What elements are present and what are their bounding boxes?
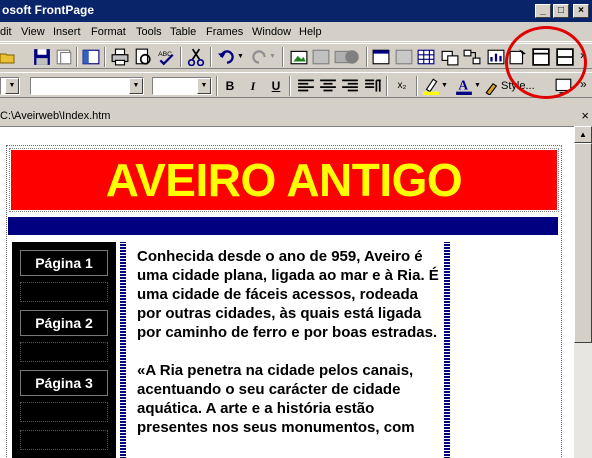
redo-dropdown-icon: ▼ <box>269 53 276 60</box>
style-brush-icon[interactable] <box>484 77 502 95</box>
document-path: C:\Aveirweb\Index.htm <box>0 110 111 122</box>
menu-frames[interactable]: Frames <box>206 26 243 38</box>
close-button[interactable]: × <box>573 4 589 18</box>
toolbar-separator <box>210 47 212 67</box>
toolbar-separator <box>282 47 284 67</box>
undo-dropdown-icon[interactable]: ▼ <box>237 53 244 60</box>
align-right-icon[interactable] <box>341 77 359 95</box>
document-tab-bar: C:\Aveirweb\Index.htm × <box>0 108 592 126</box>
nav-pagina-3[interactable]: Página 3 <box>20 370 108 396</box>
toolbar-separator <box>416 76 418 96</box>
toolbar-separator <box>216 76 218 96</box>
layers-icon[interactable] <box>441 48 459 66</box>
maximize-button[interactable]: □ <box>553 4 569 18</box>
publish-icon[interactable] <box>55 48 73 66</box>
highlight-icon[interactable] <box>422 77 440 95</box>
subscript-button[interactable]: x₂ <box>392 77 412 95</box>
left-divider-column <box>120 242 126 458</box>
toolbar-separator <box>386 76 388 96</box>
editor-canvas[interactable]: AVEIRO ANTIGO Página 1 Página 2 Página 3… <box>0 126 574 458</box>
menu-insert[interactable]: Insert <box>53 26 81 38</box>
paragraph-icon[interactable] <box>364 77 382 95</box>
font-size-combo[interactable]: ▼ <box>152 77 212 95</box>
vertical-scrollbar[interactable]: ▲ <box>574 126 592 458</box>
toolbar-separator <box>366 47 368 67</box>
menu-table[interactable]: Table <box>170 26 196 38</box>
align-left-icon[interactable] <box>297 77 315 95</box>
toolbar-separator <box>180 47 182 67</box>
print-preview-icon[interactable] <box>134 48 152 66</box>
menu-format[interactable]: Format <box>91 26 126 38</box>
scroll-up-icon[interactable]: ▲ <box>574 126 592 143</box>
chevron-down-icon[interactable]: ▼ <box>129 78 143 94</box>
chart-icon[interactable] <box>487 48 505 66</box>
show-all-icon[interactable] <box>395 48 413 66</box>
redo-icon[interactable] <box>250 48 268 66</box>
connect-icon[interactable] <box>463 48 481 66</box>
title-bar: osoft FrontPage _ □ × <box>0 0 592 22</box>
page-banner[interactable]: AVEIRO ANTIGO <box>9 148 559 212</box>
save-icon[interactable] <box>33 48 51 66</box>
svg-text:A: A <box>458 77 468 92</box>
right-divider-column <box>444 242 450 458</box>
close-document-icon[interactable]: × <box>581 108 589 123</box>
window-title: osoft FrontPage <box>2 3 94 17</box>
content-paragraph: Conhecida desde o ano de 959, Aveiro é u… <box>137 248 439 341</box>
nav-pagina-2[interactable]: Página 2 <box>20 310 108 336</box>
chevron-down-icon[interactable]: ▼ <box>5 78 19 94</box>
menu-bar: dit View Insert Format Tools Table Frame… <box>0 22 592 42</box>
table-grid-icon[interactable] <box>417 48 435 66</box>
align-center-icon[interactable] <box>319 77 337 95</box>
open-icon[interactable] <box>0 48 16 66</box>
menu-window[interactable]: Window <box>252 26 291 38</box>
nav-spacer <box>20 402 108 422</box>
chevron-down-icon[interactable]: ▼ <box>197 78 211 94</box>
banner-title: AVEIRO ANTIGO <box>105 154 463 206</box>
spelling-icon[interactable]: ABC <box>157 48 175 66</box>
underline-button[interactable]: U <box>266 77 286 95</box>
font-combo[interactable]: ▼ <box>30 77 144 95</box>
nav-spacer <box>20 430 108 450</box>
font-color-dropdown-icon[interactable]: ▼ <box>474 82 481 89</box>
highlight-dropdown-icon[interactable]: ▼ <box>441 82 448 89</box>
style-combo[interactable]: ▼ <box>0 77 20 95</box>
nav-spacer <box>20 342 108 362</box>
cut-icon[interactable] <box>187 48 205 66</box>
menu-tools[interactable]: Tools <box>136 26 162 38</box>
italic-button[interactable]: I <box>243 77 263 95</box>
minimize-button[interactable]: _ <box>535 4 551 18</box>
menu-edit[interactable]: dit <box>0 26 12 38</box>
menu-help[interactable]: Help <box>299 26 322 38</box>
folder-list-icon[interactable] <box>82 48 100 66</box>
content-paragraph: «A Ria penetra na cidade pelos canais, a… <box>137 362 415 436</box>
left-navigation: Página 1 Página 2 Página 3 <box>12 242 116 458</box>
toolbar-separator <box>76 47 78 67</box>
bold-button[interactable]: B <box>220 77 240 95</box>
nav-spacer <box>20 282 108 302</box>
insert-component-icon[interactable] <box>290 48 308 66</box>
formatting-toolbar: ▼ ▼ ▼ B I U x₂ ▼ A ▼ Style... » <box>0 72 592 98</box>
hyperlink-icon[interactable] <box>343 48 361 66</box>
insert-table-icon[interactable] <box>312 48 330 66</box>
refresh-icon[interactable] <box>372 48 390 66</box>
toolbar-separator <box>289 76 291 96</box>
nav-pagina-1[interactable]: Página 1 <box>20 250 108 276</box>
highlight-circle <box>505 26 587 99</box>
toolbar-separator <box>104 47 106 67</box>
scrollbar-thumb[interactable] <box>574 143 592 343</box>
font-color-icon[interactable]: A <box>455 77 473 95</box>
undo-icon[interactable] <box>218 48 236 66</box>
menu-view[interactable]: View <box>21 26 45 38</box>
print-icon[interactable] <box>111 48 129 66</box>
navy-band <box>8 217 558 235</box>
page-content[interactable]: Conhecida desde o ano de 959, Aveiro é u… <box>137 247 442 456</box>
standard-toolbar: ABC ▼ ▼ » <box>0 43 592 69</box>
